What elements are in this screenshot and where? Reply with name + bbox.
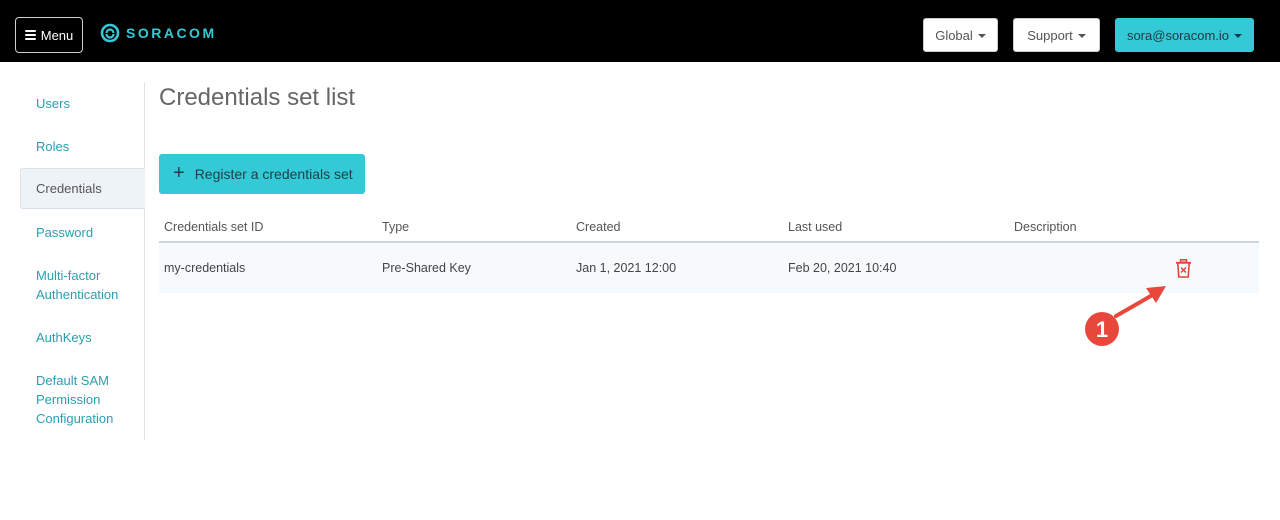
sidebar-item-credentials[interactable]: Credentials <box>20 168 145 209</box>
user-label: sora@soracom.io <box>1126 27 1230 43</box>
caret-down-icon <box>1077 33 1086 38</box>
support-label: Support <box>1027 27 1073 43</box>
support-dropdown[interactable]: Support <box>1013 18 1100 52</box>
cell-created: Jan 1, 2021 12:00 <box>576 261 677 275</box>
sidebar-item-roles[interactable]: Roles <box>20 137 145 156</box>
arrow-icon: 1 <box>1085 286 1166 346</box>
sidebar-item-password[interactable]: Password <box>20 223 145 242</box>
global-dropdown[interactable]: Global <box>923 18 998 52</box>
cell-credentials-id: my-credentials <box>164 261 246 275</box>
column-header-created[interactable]: Created <box>576 220 620 234</box>
cell-last-used: Feb 20, 2021 10:40 <box>788 261 897 275</box>
register-credentials-button[interactable]: + Register a credentials set <box>159 154 365 194</box>
soracom-logo[interactable]: SORACOM <box>100 23 217 43</box>
caret-down-icon <box>977 33 986 38</box>
soracom-logo-icon <box>100 23 120 43</box>
top-navbar: Menu SORACOM Global Support sora@soracom… <box>0 0 1280 62</box>
hamburger-icon <box>24 30 36 40</box>
register-label: Register a credentials set <box>194 166 353 182</box>
table-header: Credentials set ID Type Created Last use… <box>159 212 1259 243</box>
sidebar: Users Roles Credentials Password Multi-f… <box>20 82 145 440</box>
column-header-id[interactable]: Credentials set ID <box>164 220 263 234</box>
sidebar-item-users[interactable]: Users <box>20 94 145 113</box>
sidebar-item-mfa[interactable]: Multi-factor Authentication <box>20 266 130 304</box>
page-title: Credentials set list <box>159 84 356 111</box>
column-header-last-used[interactable]: Last used <box>788 220 842 234</box>
user-menu-dropdown[interactable]: sora@soracom.io <box>1115 18 1254 52</box>
trash-icon[interactable] <box>1175 259 1192 278</box>
annotation-marker: 1 <box>1070 280 1180 350</box>
sidebar-item-default-sam[interactable]: Default SAM Permission Configuration <box>20 371 130 428</box>
caret-down-icon <box>1234 33 1243 38</box>
cell-type: Pre-Shared Key <box>382 261 471 275</box>
global-label: Global <box>935 27 973 43</box>
column-header-description[interactable]: Description <box>1014 220 1077 234</box>
annotation-number: 1 <box>1096 317 1108 342</box>
sidebar-item-authkeys[interactable]: AuthKeys <box>20 328 145 347</box>
menu-button[interactable]: Menu <box>15 17 83 53</box>
plus-icon: + <box>173 162 185 184</box>
menu-label: Menu <box>40 27 74 43</box>
logo-text: SORACOM <box>126 25 217 41</box>
column-header-type[interactable]: Type <box>382 220 409 234</box>
